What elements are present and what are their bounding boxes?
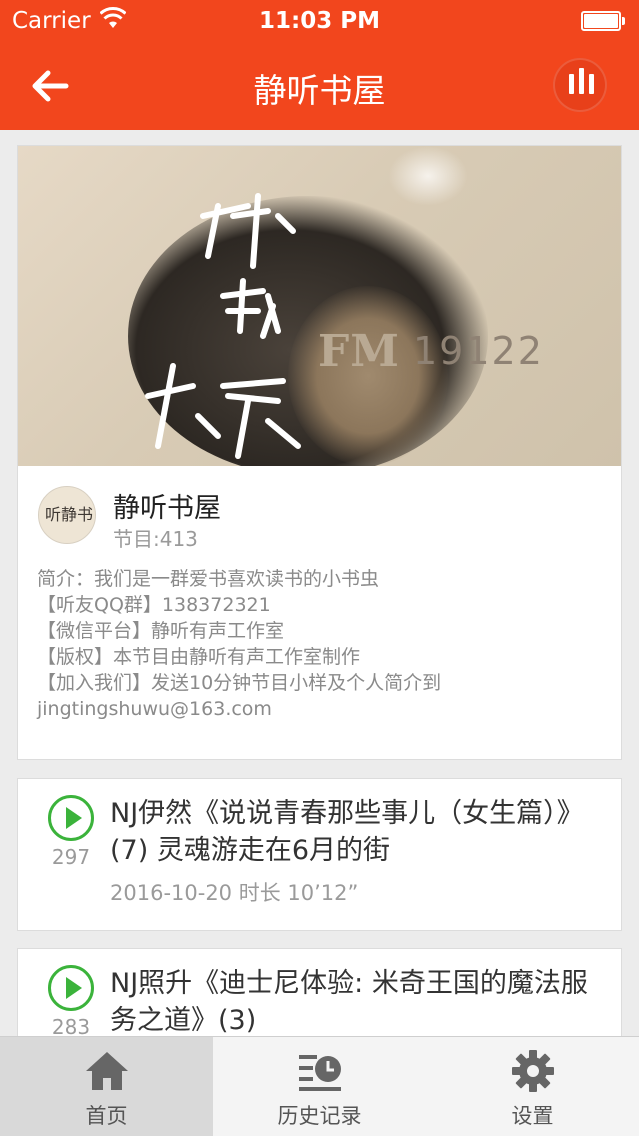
- tab-settings[interactable]: 设置: [426, 1037, 639, 1136]
- equalizer-icon: [569, 74, 574, 94]
- tab-home-label: 首页: [85, 1104, 128, 1128]
- description-line: 简介：我们是一群爱书喜欢读书的小书虫: [37, 568, 380, 590]
- status-bar: Carrier 11:03 PM: [0, 0, 639, 42]
- episode-meta: 2016-10-20 时长 10’12”: [110, 881, 359, 905]
- channel-info: 听静书 静听书屋 节目:413: [38, 486, 608, 551]
- status-time: 11:03 PM: [259, 8, 380, 34]
- channel-card: FM 19122 听静书 静听书屋 节目:413 简介：我们是一群爱书喜欢读书的…: [17, 145, 622, 760]
- description-line: 【听友QQ群】138372321: [37, 594, 271, 616]
- cover-fm-label: FM: [318, 326, 400, 377]
- episode-title: NJ照升《迪士尼体验: 米奇王国的魔法服务之道》(3): [110, 968, 588, 1036]
- channel-avatar: 听静书: [38, 486, 96, 544]
- description-line: jingtingshuwu@163.com: [37, 698, 272, 720]
- tab-settings-label: 设置: [511, 1104, 554, 1128]
- tab-history-label: 历史记录: [277, 1104, 362, 1128]
- description-line: 【加入我们】发送10分钟节目小样及个人简介到: [37, 672, 442, 694]
- play-icon[interactable]: [48, 965, 94, 1011]
- cover-calligraphy-image: [145, 193, 301, 459]
- channel-name: 静听书屋: [113, 493, 221, 524]
- channel-description: 简介：我们是一群爱书喜欢读书的小书虫 【听友QQ群】138372321 【微信平…: [37, 566, 607, 722]
- program-count: 节目:413: [113, 527, 198, 551]
- description-line: 【版权】本节目由静听有声工作室制作: [37, 646, 361, 668]
- gear-icon: [512, 1050, 554, 1092]
- channel-cover-image: FM 19122: [18, 146, 621, 466]
- tab-bar: 首页 历史记录 设置: [0, 1036, 639, 1136]
- episode-title: NJ伊然《说说青春那些事儿（女生篇）》(7) 灵魂游走在6月的街: [110, 798, 584, 866]
- episode-item[interactable]: 297 NJ伊然《说说青春那些事儿（女生篇）》(7) 灵魂游走在6月的街 201…: [17, 778, 622, 931]
- description-line: 【微信平台】静听有声工作室: [37, 620, 285, 642]
- cover-fm-number: 19122: [413, 329, 544, 373]
- battery-icon: [581, 11, 625, 31]
- tab-home[interactable]: 首页: [0, 1037, 213, 1136]
- play-icon[interactable]: [48, 795, 94, 841]
- nav-bar: 静听书屋: [0, 42, 639, 130]
- now-playing-button[interactable]: [553, 58, 607, 112]
- tab-history[interactable]: 历史记录: [213, 1037, 426, 1136]
- history-icon: [299, 1055, 341, 1091]
- home-icon: [86, 1052, 128, 1090]
- top-bar: Carrier 11:03 PM 静听书屋: [0, 0, 639, 130]
- play-count: 297: [51, 845, 91, 869]
- page-title: 静听书屋: [253, 71, 386, 110]
